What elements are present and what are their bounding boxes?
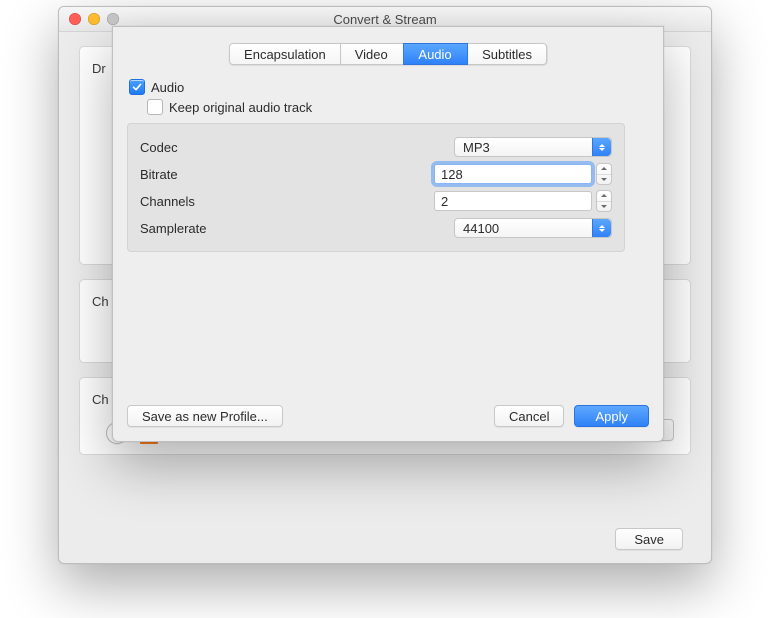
- stepper-up-icon: [597, 164, 611, 174]
- keep-original-label: Keep original audio track: [169, 100, 312, 115]
- tab-encapsulation[interactable]: Encapsulation: [229, 43, 341, 65]
- codec-label: Codec: [140, 140, 250, 155]
- window-controls: [69, 13, 119, 25]
- samplerate-row: Samplerate 44100: [140, 216, 612, 240]
- channels-row: Channels: [140, 189, 612, 213]
- dropdown-arrows-icon: [592, 219, 611, 237]
- stepper-down-icon: [597, 174, 611, 185]
- codec-row: Codec MP3: [140, 135, 612, 159]
- stepper-down-icon: [597, 201, 611, 212]
- stepper-up-icon: [597, 191, 611, 201]
- minimize-icon[interactable]: [88, 13, 100, 25]
- codec-select[interactable]: MP3: [454, 137, 612, 157]
- samplerate-value: 44100: [463, 221, 499, 236]
- tab-subtitles[interactable]: Subtitles: [467, 43, 547, 65]
- cancel-button[interactable]: Cancel: [494, 405, 564, 427]
- dropdown-arrows-icon: [592, 138, 611, 156]
- drop-panel-label: Dr: [92, 61, 106, 76]
- tab-audio-codec[interactable]: Audio codec: [403, 43, 468, 65]
- choose-profile-label: Ch: [92, 294, 109, 309]
- samplerate-select[interactable]: 44100: [454, 218, 612, 238]
- channels-label: Channels: [140, 194, 250, 209]
- channels-stepper[interactable]: [596, 190, 612, 212]
- codec-tabs: Encapsulation Video codec Audio codec Su…: [229, 43, 547, 65]
- sheet-button-bar: Save as new Profile... Cancel Apply: [127, 405, 649, 427]
- apply-button[interactable]: Apply: [574, 405, 649, 427]
- audio-enable-row: Audio: [129, 79, 649, 95]
- keep-original-row: Keep original audio track: [147, 99, 649, 115]
- audio-settings-box: Codec MP3 Bitrate: [127, 123, 625, 252]
- tab-video-codec[interactable]: Video codec: [340, 43, 405, 65]
- save-profile-button[interactable]: Save as new Profile...: [127, 405, 283, 427]
- bitrate-row: Bitrate: [140, 162, 612, 186]
- window-title: Convert & Stream: [333, 12, 436, 27]
- audio-checkbox-label: Audio: [151, 80, 184, 95]
- codec-value: MP3: [463, 140, 490, 155]
- close-icon[interactable]: [69, 13, 81, 25]
- keep-original-checkbox[interactable]: [147, 99, 163, 115]
- channels-input[interactable]: [434, 191, 592, 211]
- audio-codec-pane: Audio Keep original audio track Codec MP…: [127, 75, 649, 252]
- checkmark-icon: [132, 82, 142, 92]
- bitrate-stepper[interactable]: [596, 163, 612, 185]
- audio-checkbox[interactable]: [129, 79, 145, 95]
- profile-edit-sheet: Encapsulation Video codec Audio codec Su…: [112, 26, 664, 442]
- bitrate-label: Bitrate: [140, 167, 250, 182]
- bitrate-input[interactable]: [434, 164, 592, 184]
- save-button[interactable]: Save: [615, 528, 683, 550]
- choose-destination-label: Ch: [92, 392, 109, 407]
- zoom-icon[interactable]: [107, 13, 119, 25]
- samplerate-label: Samplerate: [140, 221, 250, 236]
